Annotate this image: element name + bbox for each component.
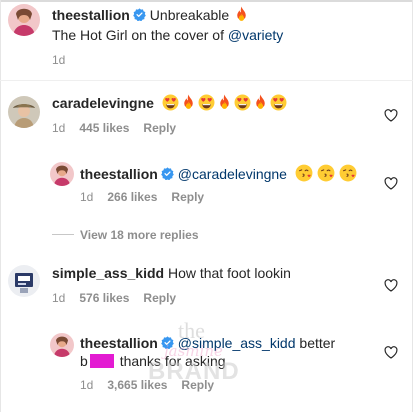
- heart-eyes-emoji: [162, 94, 179, 111]
- comment-text: caradelevingne: [52, 94, 288, 112]
- avatar[interactable]: [8, 265, 40, 297]
- kissing-heart-emoji: [339, 164, 357, 182]
- reply-time: 1d: [80, 190, 94, 204]
- caption-username[interactable]: theestallion: [52, 7, 130, 23]
- view-more-label: View 18 more replies: [80, 228, 199, 242]
- reply-button[interactable]: Reply: [171, 190, 204, 204]
- heart-eyes-emoji: [198, 94, 215, 111]
- fire-emoji: [180, 94, 197, 111]
- caption-time: 1d: [52, 53, 66, 67]
- reply-username[interactable]: theestallion: [80, 166, 158, 182]
- reply-button[interactable]: Reply: [143, 291, 176, 305]
- reply-meta: 1d 266 likes Reply: [80, 189, 204, 205]
- fire-emoji: [216, 94, 233, 111]
- caption-mention[interactable]: @variety: [228, 27, 283, 43]
- comment-time: 1d: [52, 121, 66, 135]
- caption-line-1: theestallion Unbreakable: [52, 6, 251, 24]
- verified-badge-icon: [133, 8, 146, 21]
- caption-line-2: The Hot Girl on the cover of @variety: [52, 26, 283, 44]
- like-heart-icon[interactable]: [384, 346, 398, 359]
- reply-body-2-prefix: b: [80, 353, 88, 369]
- heart-eyes-emoji: [234, 94, 251, 111]
- watermark-brand: BRAND: [148, 358, 240, 385]
- reply-text: theestallion @caradelevingne: [80, 164, 357, 183]
- fire-emoji: [233, 6, 250, 23]
- comment-likes[interactable]: 576 likes: [79, 291, 129, 305]
- like-heart-icon[interactable]: [384, 109, 398, 122]
- comment-body: How that foot lookin: [167, 265, 291, 281]
- more-replies-line: [52, 234, 74, 235]
- avatar[interactable]: [50, 162, 74, 186]
- comment-time: 1d: [52, 291, 66, 305]
- reply-mention[interactable]: @caradelevingne: [178, 166, 287, 182]
- avatar[interactable]: [8, 4, 40, 36]
- avatar[interactable]: [50, 333, 74, 357]
- reply-body-1: better: [299, 335, 336, 351]
- verified-badge-icon: [161, 167, 174, 180]
- reply-time: 1d: [80, 378, 94, 392]
- reply-likes[interactable]: 266 likes: [107, 190, 157, 204]
- comment-likes[interactable]: 445 likes: [79, 121, 129, 135]
- like-heart-icon[interactable]: [384, 177, 398, 190]
- kissing-heart-emoji: [317, 164, 335, 182]
- fire-emoji: [252, 94, 269, 111]
- heart-eyes-emoji: [270, 94, 287, 111]
- comment-meta: 1d 445 likes Reply: [52, 120, 176, 136]
- caption-text: Unbreakable: [149, 7, 230, 23]
- avatar[interactable]: [8, 96, 40, 128]
- kissing-heart-emoji: [295, 164, 313, 182]
- watermark: the jasmine BRAND: [140, 318, 250, 388]
- comment-username[interactable]: caradelevingne: [52, 95, 154, 111]
- censor-bar: [89, 354, 114, 368]
- comment-meta: 1d 576 likes Reply: [52, 290, 176, 306]
- watermark-the: the: [178, 318, 205, 343]
- view-more-replies[interactable]: View 18 more replies: [52, 227, 199, 243]
- comment-username[interactable]: simple_ass_kidd: [52, 265, 164, 281]
- like-heart-icon[interactable]: [384, 279, 398, 292]
- caption-text-2: The Hot Girl on the cover of: [52, 27, 224, 43]
- post-caption: theestallion Unbreakable The Hot Girl on …: [0, 0, 413, 80]
- reply-button[interactable]: Reply: [143, 121, 176, 135]
- comment-text: simple_ass_kidd How that foot lookin: [52, 264, 291, 282]
- divider: [0, 80, 413, 81]
